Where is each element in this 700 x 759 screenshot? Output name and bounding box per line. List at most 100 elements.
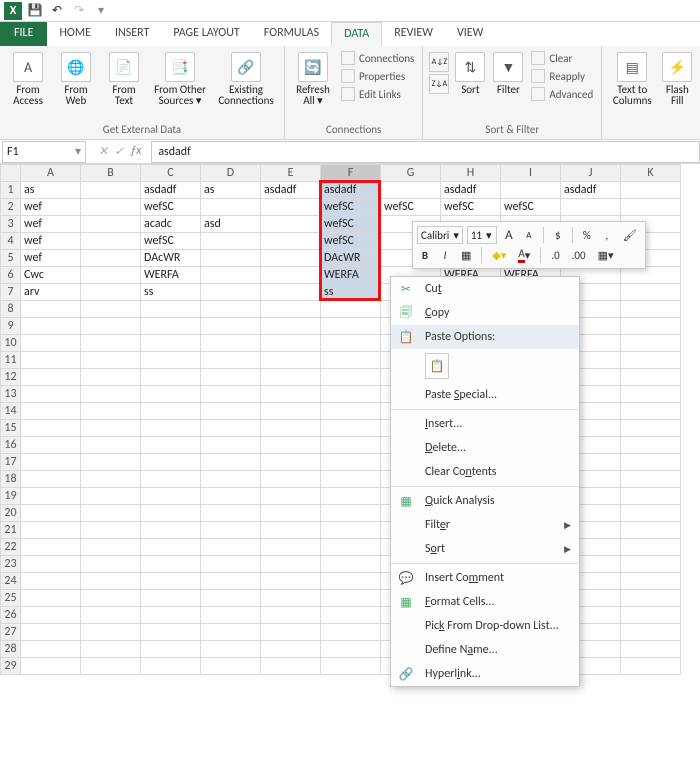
ctx-paste-default[interactable]: 📋 <box>391 349 579 383</box>
cell-D2[interactable] <box>201 199 261 216</box>
cell-A13[interactable] <box>21 386 81 403</box>
cell-D26[interactable] <box>201 607 261 624</box>
cell-A26[interactable] <box>21 607 81 624</box>
tab-home[interactable]: HOME <box>47 22 103 46</box>
edit-links-button[interactable]: Edit Links <box>339 86 416 102</box>
cell-E18[interactable] <box>261 471 321 488</box>
ctx-cut[interactable]: ✂Cut <box>391 277 579 301</box>
borders-button[interactable]: ▦ <box>457 246 475 264</box>
cell-K21[interactable] <box>621 522 681 539</box>
cell-G1[interactable] <box>381 182 441 199</box>
cell-E1[interactable]: asdadf <box>261 182 321 199</box>
cell-A8[interactable] <box>21 301 81 318</box>
tab-page-layout[interactable]: PAGE LAYOUT <box>161 22 251 46</box>
formula-input[interactable]: asdadf <box>151 141 700 163</box>
ctx-pick-from-list[interactable]: Pick From Drop-down List... <box>391 614 579 638</box>
cell-K1[interactable] <box>621 182 681 199</box>
row-header-29[interactable]: 29 <box>1 658 21 675</box>
cell-B18[interactable] <box>81 471 141 488</box>
row-header-2[interactable]: 2 <box>1 199 21 216</box>
cell-B5[interactable] <box>81 250 141 267</box>
cell-F13[interactable] <box>321 386 381 403</box>
cell-F12[interactable] <box>321 369 381 386</box>
cell-F11[interactable] <box>321 352 381 369</box>
cell-D12[interactable] <box>201 369 261 386</box>
row-header-22[interactable]: 22 <box>1 539 21 556</box>
column-header-F[interactable]: F <box>321 165 381 182</box>
cell-D6[interactable] <box>201 267 261 284</box>
cell-K7[interactable] <box>621 284 681 301</box>
ctx-delete[interactable]: Delete... <box>391 436 579 460</box>
cell-B19[interactable] <box>81 488 141 505</box>
cell-A3[interactable]: wef <box>21 216 81 233</box>
cell-C2[interactable]: wefSC <box>141 199 201 216</box>
cell-E11[interactable] <box>261 352 321 369</box>
undo-icon[interactable]: ↶ <box>48 2 66 20</box>
column-header-G[interactable]: G <box>381 165 441 182</box>
ctx-paste-special[interactable]: Paste Special... <box>391 383 579 407</box>
cell-E19[interactable] <box>261 488 321 505</box>
cell-C21[interactable] <box>141 522 201 539</box>
cell-E16[interactable] <box>261 437 321 454</box>
cell-F27[interactable] <box>321 624 381 641</box>
cell-E10[interactable] <box>261 335 321 352</box>
cell-D4[interactable] <box>201 233 261 250</box>
from-other-sources-button[interactable]: 📑From Other Sources ▾ <box>150 48 210 106</box>
cell-E15[interactable] <box>261 420 321 437</box>
font-size-select[interactable]: 11▾ <box>467 226 497 244</box>
cell-E4[interactable] <box>261 233 321 250</box>
currency-format-button[interactable]: $ <box>550 226 566 244</box>
cell-C11[interactable] <box>141 352 201 369</box>
cell-K29[interactable] <box>621 658 681 675</box>
cell-B3[interactable] <box>81 216 141 233</box>
column-header-C[interactable]: C <box>141 165 201 182</box>
cell-B7[interactable] <box>81 284 141 301</box>
cell-F17[interactable] <box>321 454 381 471</box>
cell-F7[interactable]: ss <box>321 284 381 301</box>
cell-B11[interactable] <box>81 352 141 369</box>
cell-B25[interactable] <box>81 590 141 607</box>
cell-F4[interactable]: wefSC <box>321 233 381 250</box>
cell-A29[interactable] <box>21 658 81 675</box>
connections-button[interactable]: Connections <box>339 50 416 66</box>
cell-C3[interactable]: acadc <box>141 216 201 233</box>
cell-A2[interactable]: wef <box>21 199 81 216</box>
clear-button[interactable]: Clear <box>529 50 595 66</box>
from-text-button[interactable]: 📄From Text <box>102 48 146 106</box>
cell-K20[interactable] <box>621 505 681 522</box>
cell-E22[interactable] <box>261 539 321 556</box>
cell-E23[interactable] <box>261 556 321 573</box>
cell-C18[interactable] <box>141 471 201 488</box>
cell-A27[interactable] <box>21 624 81 641</box>
cell-B23[interactable] <box>81 556 141 573</box>
column-header-J[interactable]: J <box>561 165 621 182</box>
row-header-15[interactable]: 15 <box>1 420 21 437</box>
increase-decimal-button[interactable]: .0 <box>547 246 563 264</box>
cell-C1[interactable]: asdadf <box>141 182 201 199</box>
ctx-clear-contents[interactable]: Clear Contents <box>391 460 579 484</box>
cell-K14[interactable] <box>621 403 681 420</box>
enter-formula-icon[interactable]: ✓ <box>114 144 124 159</box>
row-header-16[interactable]: 16 <box>1 437 21 454</box>
cell-B24[interactable] <box>81 573 141 590</box>
cell-C13[interactable] <box>141 386 201 403</box>
cell-A25[interactable] <box>21 590 81 607</box>
select-all-corner[interactable] <box>1 165 21 182</box>
cell-B26[interactable] <box>81 607 141 624</box>
cell-B17[interactable] <box>81 454 141 471</box>
cell-D11[interactable] <box>201 352 261 369</box>
cell-A12[interactable] <box>21 369 81 386</box>
cell-C8[interactable] <box>141 301 201 318</box>
row-header-8[interactable]: 8 <box>1 301 21 318</box>
cell-I2[interactable]: wefSC <box>501 199 561 216</box>
row-header-1[interactable]: 1 <box>1 182 21 199</box>
cell-B4[interactable] <box>81 233 141 250</box>
cell-F19[interactable] <box>321 488 381 505</box>
cell-B2[interactable] <box>81 199 141 216</box>
merge-button[interactable]: ▦▾ <box>594 246 618 264</box>
cell-C27[interactable] <box>141 624 201 641</box>
column-header-E[interactable]: E <box>261 165 321 182</box>
tab-review[interactable]: REVIEW <box>382 22 445 46</box>
cell-G2[interactable]: wefSC <box>381 199 441 216</box>
cell-E9[interactable] <box>261 318 321 335</box>
